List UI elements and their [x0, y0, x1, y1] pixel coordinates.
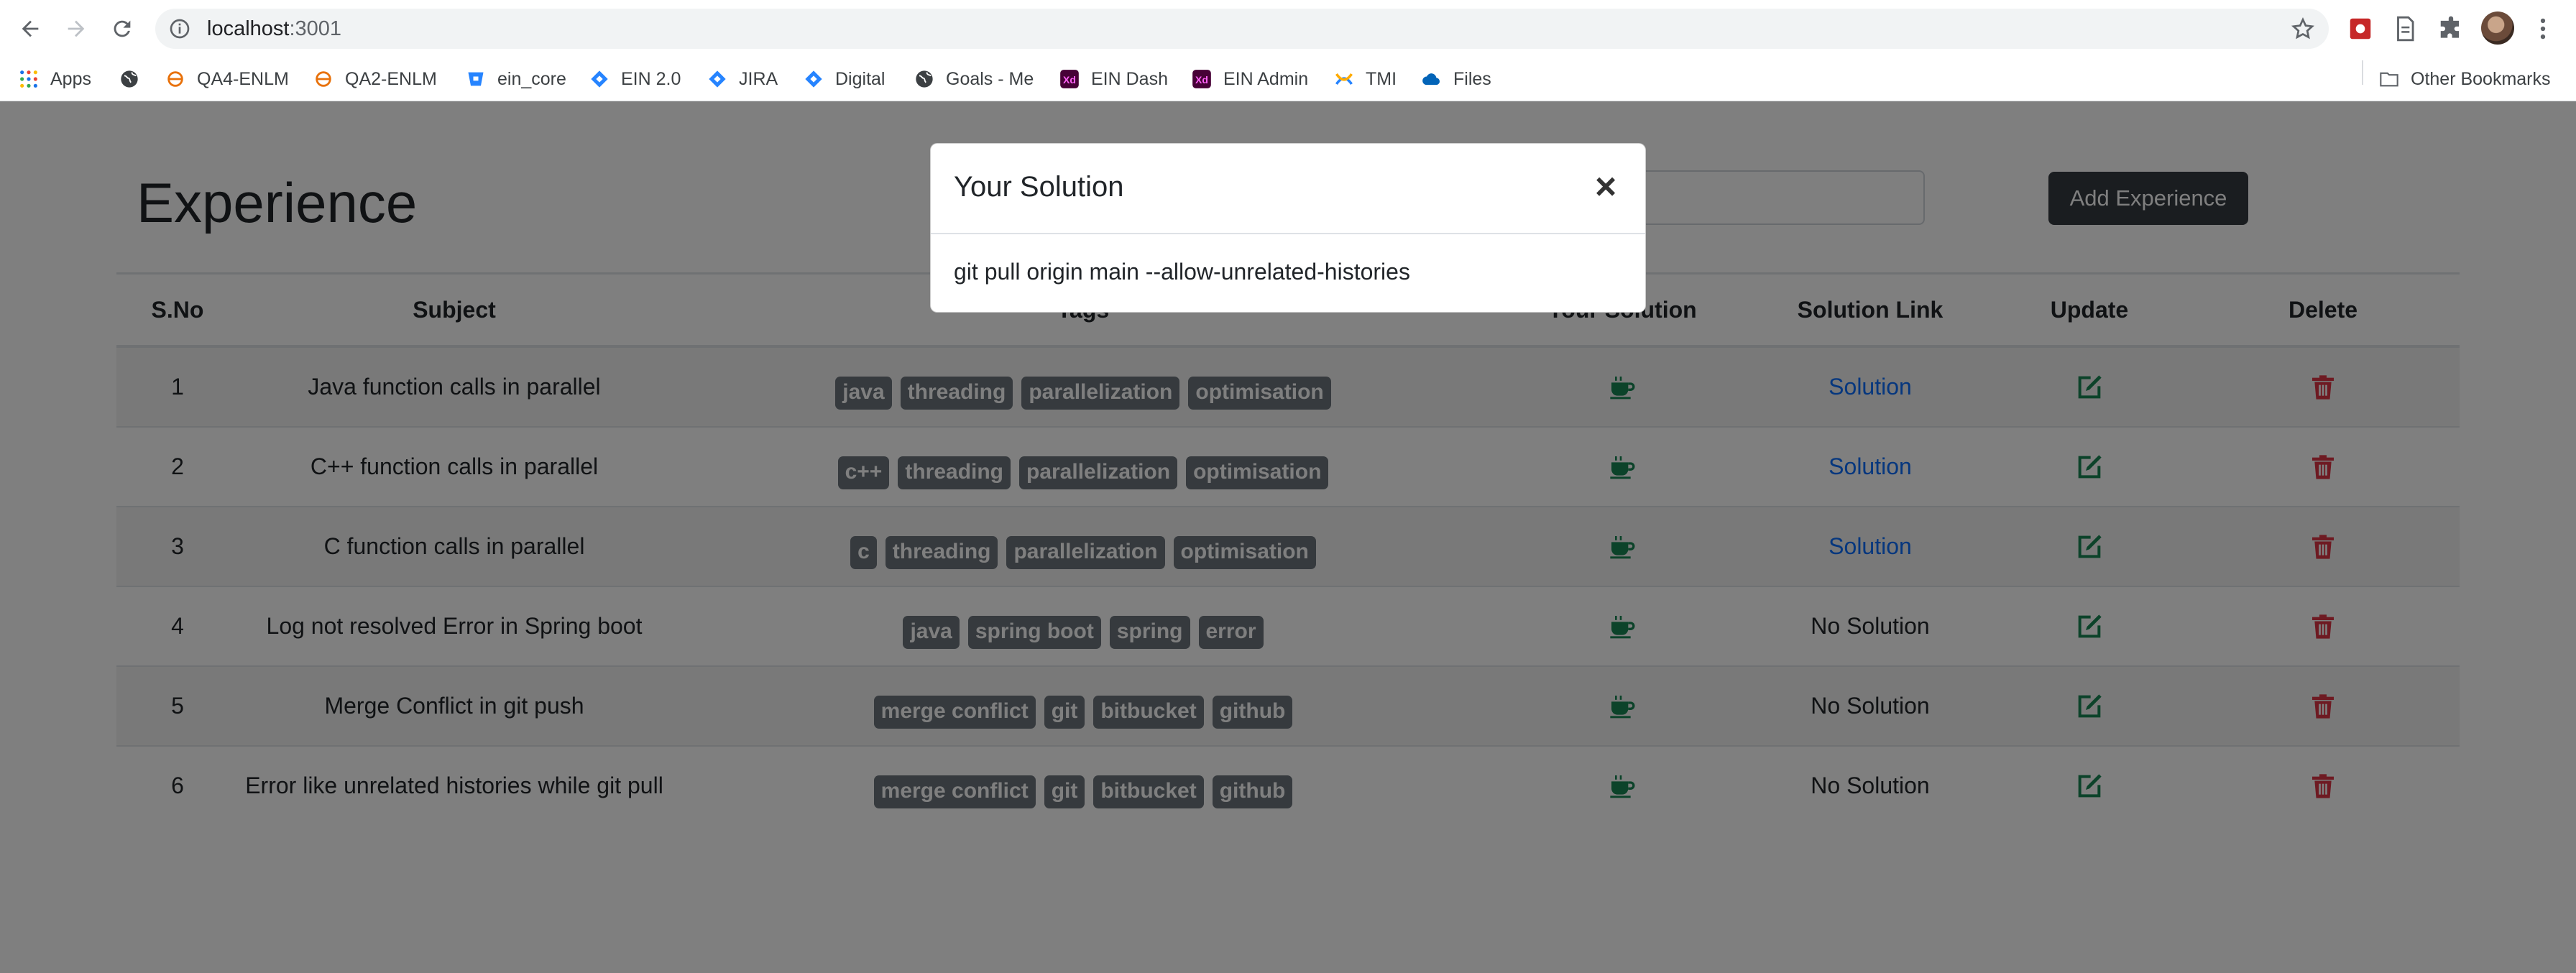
xd-icon: Xd	[1192, 69, 1212, 89]
modal-header: Your Solution ×	[931, 144, 1645, 234]
bookmark-other[interactable]: Other Bookmarks	[2379, 57, 2551, 101]
bookmark-jira[interactable]: JIRA	[707, 57, 778, 101]
arrow-right-icon	[68, 20, 85, 37]
bookmark-ein-admin[interactable]: Xd EIN Admin	[1192, 57, 1308, 101]
reload-button[interactable]	[104, 10, 141, 47]
globe-icon	[119, 69, 139, 89]
modal-close-button[interactable]: ×	[1588, 165, 1624, 208]
bookmark-qa4-enlm[interactable]: QA4-ENLM	[165, 57, 289, 101]
url-text[interactable]: localhost:3001	[207, 17, 341, 41]
extensions-puzzle-icon[interactable]	[2435, 13, 2467, 45]
orbit-icon	[313, 69, 334, 89]
reload-icon	[114, 20, 131, 37]
bitbucket-icon	[466, 69, 486, 89]
cloud-icon	[1422, 69, 1442, 89]
bookmark-ein-2[interactable]: EIN 2.0	[589, 57, 681, 101]
extension-1-icon[interactable]	[2345, 13, 2376, 45]
profile-avatar[interactable]	[2481, 11, 2514, 45]
bookmark-ein-dash[interactable]: Xd EIN Dash	[1059, 57, 1168, 101]
forward-button[interactable]	[58, 10, 95, 47]
bookmark-files[interactable]: Files	[1422, 57, 1491, 101]
orbit-icon	[165, 69, 185, 89]
xd-icon: Xd	[1059, 69, 1080, 89]
bookmarks-bar: Apps QA4-ENLM QA2-ENLM ein_core EIN 2.0 …	[0, 57, 2576, 101]
bookmark-goals-me[interactable]: Goals - Me	[914, 57, 1034, 101]
jira-icon	[804, 69, 824, 89]
solution-modal: Your Solution × git pull origin main --a…	[930, 143, 1646, 313]
extension-2-icon[interactable]	[2389, 13, 2421, 45]
back-button[interactable]	[12, 10, 49, 47]
bookmark-tmi[interactable]: TMI	[1334, 57, 1397, 101]
bookmark-digital[interactable]: Digital	[804, 57, 885, 101]
bookmark-qa2-enlm[interactable]: QA2-ENLM	[313, 57, 437, 101]
jira-icon	[707, 69, 727, 89]
apps-grid-icon	[19, 69, 39, 89]
folder-icon	[2379, 69, 2399, 89]
bookmark-globe[interactable]	[119, 57, 151, 101]
address-bar[interactable]: localhost:3001	[155, 9, 2329, 49]
modal-title: Your Solution	[954, 171, 1124, 203]
bookmark-star-icon[interactable]	[2290, 16, 2316, 42]
jira-icon	[589, 69, 610, 89]
svg-text:Xd: Xd	[1195, 74, 1208, 86]
bookmark-ein-core[interactable]: ein_core	[466, 57, 566, 101]
arrow-left-icon	[22, 20, 39, 37]
svg-text:Xd: Xd	[1063, 74, 1076, 86]
confluence-icon	[1334, 69, 1354, 89]
bookmark-apps[interactable]: Apps	[19, 57, 91, 101]
info-icon[interactable]	[168, 17, 191, 40]
bookmarks-separator	[2362, 60, 2363, 85]
modal-body-text: git pull origin main --allow-unrelated-h…	[954, 259, 1410, 285]
browser-toolbar: localhost:3001	[0, 0, 2576, 57]
globe-icon	[914, 69, 934, 89]
menu-kebab-icon[interactable]	[2527, 13, 2559, 45]
